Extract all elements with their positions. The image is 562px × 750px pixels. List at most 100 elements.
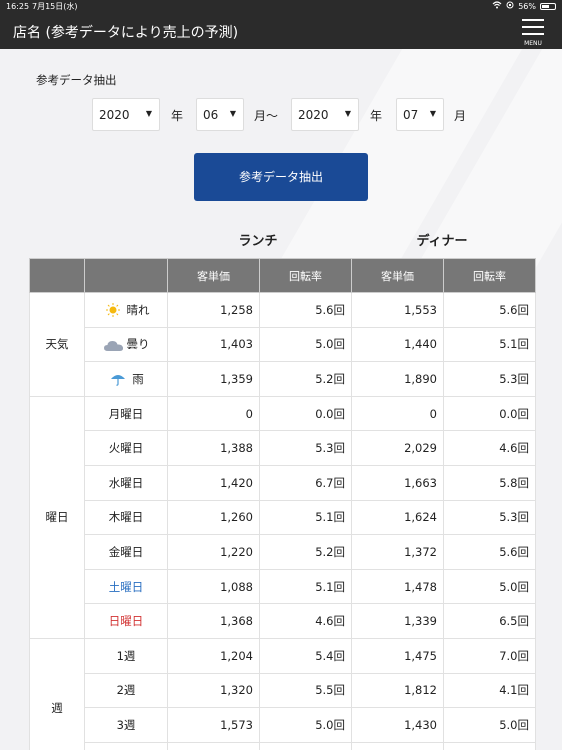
dinner-price: 1,372: [351, 534, 444, 570]
from-year-value: 2020: [99, 108, 130, 122]
table-row: 3週 1,573 5.0回 1,430 5.0回: [30, 707, 536, 743]
lunch-turnover: 5.3回: [259, 430, 352, 466]
lunch-turnover: 5.2回: [259, 361, 352, 397]
dinner-price: 1,890: [351, 361, 444, 397]
lunch-turnover: 6.7回: [259, 464, 352, 501]
table-row: 曇り 1,403 5.0回 1,440 5.1回: [30, 326, 536, 363]
row-label: 2週: [84, 672, 168, 709]
header-item: [84, 258, 168, 293]
lunch-price: 1,088: [167, 568, 260, 605]
row-label-text: 雨: [132, 371, 144, 386]
to-month-unit: 月: [454, 109, 467, 123]
table-row: 土曜日 1,088 5.1回 1,478 5.0回: [30, 568, 536, 605]
dinner-turnover: 5.3回: [443, 361, 536, 397]
dinner-turnover: 5.1回: [443, 326, 536, 363]
from-year-select[interactable]: 2020 ▼: [92, 98, 160, 131]
wifi-icon: [492, 0, 502, 13]
sales-table: 客単価 回転率 客単価 回転率 天気 晴れ 1,258 5.6回 1,553 5…: [29, 258, 536, 750]
to-month-select[interactable]: 07 ▼: [396, 98, 444, 131]
row-label-sunday: 日曜日: [84, 603, 168, 639]
dinner-turnover: 5.3回: [443, 499, 536, 536]
category-week: 週: [29, 637, 85, 750]
row-label-text: 曇り: [126, 337, 150, 352]
dinner-turnover: 5.6回: [443, 534, 536, 570]
lunch-price: 1,260: [167, 499, 260, 536]
hamburger-icon: [522, 33, 544, 35]
sun-icon: [103, 303, 123, 318]
lunch-turnover: 5.0回: [259, 707, 352, 743]
to-month-value: 07: [403, 108, 419, 122]
lunch-turnover-empty: [259, 741, 352, 750]
to-year-select[interactable]: 2020 ▼: [291, 98, 359, 131]
orientation-lock-icon: [506, 0, 514, 13]
row-label-text: 晴れ: [126, 302, 150, 317]
umbrella-icon: [108, 372, 128, 387]
table-row: 日曜日 1,368 4.6回 1,339 6.5回: [30, 603, 536, 639]
battery-percent: 56%: [518, 2, 536, 11]
dinner-price: 1,812: [351, 672, 444, 709]
to-year-value: 2020: [298, 108, 329, 122]
dropdown-arrow-icon: ▼: [344, 109, 351, 118]
extract-button[interactable]: 参考データ抽出: [194, 153, 368, 201]
dinner-price: 1,553: [351, 292, 444, 328]
category-weather: 天気: [29, 292, 85, 397]
row-label: 曇り: [84, 326, 168, 363]
from-month-unit: 月〜: [254, 109, 279, 123]
dinner-price: 0: [351, 395, 444, 432]
table-row: [30, 741, 536, 750]
lunch-price: 1,403: [167, 326, 260, 363]
header-dinner-price: 客単価: [351, 258, 444, 293]
dinner-turnover: 4.1回: [443, 672, 536, 709]
extract-label: 参考データ抽出: [36, 73, 117, 87]
row-label: 1週: [84, 637, 168, 674]
table-row: 火曜日 1,388 5.3回 2,029 4.6回: [30, 430, 536, 466]
header-category: [29, 258, 85, 293]
dinner-turnover: 5.0回: [443, 568, 536, 605]
table-row: 水曜日 1,420 6.7回 1,663 5.8回: [30, 464, 536, 501]
dinner-price: 1,430: [351, 707, 444, 743]
row-label-saturday: 土曜日: [84, 568, 168, 605]
table-row: 天気 晴れ 1,258 5.6回 1,553 5.6回: [29, 292, 536, 397]
dinner-turnover: 5.0回: [443, 707, 536, 743]
dinner-price: 1,475: [351, 637, 444, 674]
dinner-turnover-empty: [443, 741, 536, 750]
category-weekday: 曜日: [29, 395, 85, 639]
lunch-turnover: 5.5回: [259, 672, 352, 709]
table-header-row: 客単価 回転率 客単価 回転率: [29, 258, 536, 293]
menu-label: MENU: [524, 40, 542, 47]
page-title: 店名 (参考データにより売上の予測): [13, 25, 239, 41]
from-month-select[interactable]: 06 ▼: [196, 98, 244, 131]
table-row: 曜日 月曜日 0 0.0回 0 0.0回: [29, 395, 536, 639]
row-label: 晴れ: [84, 292, 168, 328]
dinner-price: 1,339: [351, 603, 444, 639]
lunch-turnover: 5.0回: [259, 326, 352, 363]
dinner-price: 1,478: [351, 568, 444, 605]
row-label-empty: [84, 741, 168, 750]
lunch-price: 0: [167, 395, 260, 432]
status-right: 56%: [492, 0, 556, 13]
row-label: 3週: [84, 707, 168, 743]
from-month-value: 06: [203, 108, 219, 122]
row-label: 金曜日: [84, 534, 168, 570]
dinner-turnover: 6.5回: [443, 603, 536, 639]
table-row: 雨 1,359 5.2回 1,890 5.3回: [30, 361, 536, 397]
battery-icon: [540, 3, 556, 10]
dinner-heading: ディナー: [416, 234, 468, 249]
lunch-heading: ランチ: [238, 234, 278, 249]
status-bar: 16:25 7月15日(水) 56%: [0, 0, 562, 13]
hamburger-icon: [522, 26, 544, 28]
hamburger-icon: [522, 19, 544, 21]
lunch-turnover: 5.1回: [259, 568, 352, 605]
lunch-price-empty: [167, 741, 260, 750]
dinner-turnover: 7.0回: [443, 637, 536, 674]
header-dinner-turnover: 回転率: [443, 258, 536, 293]
lunch-price: 1,204: [167, 637, 260, 674]
row-label: 水曜日: [84, 464, 168, 501]
status-date: 7月15日(水): [32, 2, 78, 11]
dinner-turnover: 0.0回: [443, 395, 536, 432]
table-row: 木曜日 1,260 5.1回 1,624 5.3回: [30, 499, 536, 536]
lunch-turnover: 5.1回: [259, 499, 352, 536]
dinner-price-empty: [351, 741, 444, 750]
menu-button[interactable]: MENU: [520, 17, 546, 47]
table-row: 金曜日 1,220 5.2回 1,372 5.6回: [30, 534, 536, 570]
